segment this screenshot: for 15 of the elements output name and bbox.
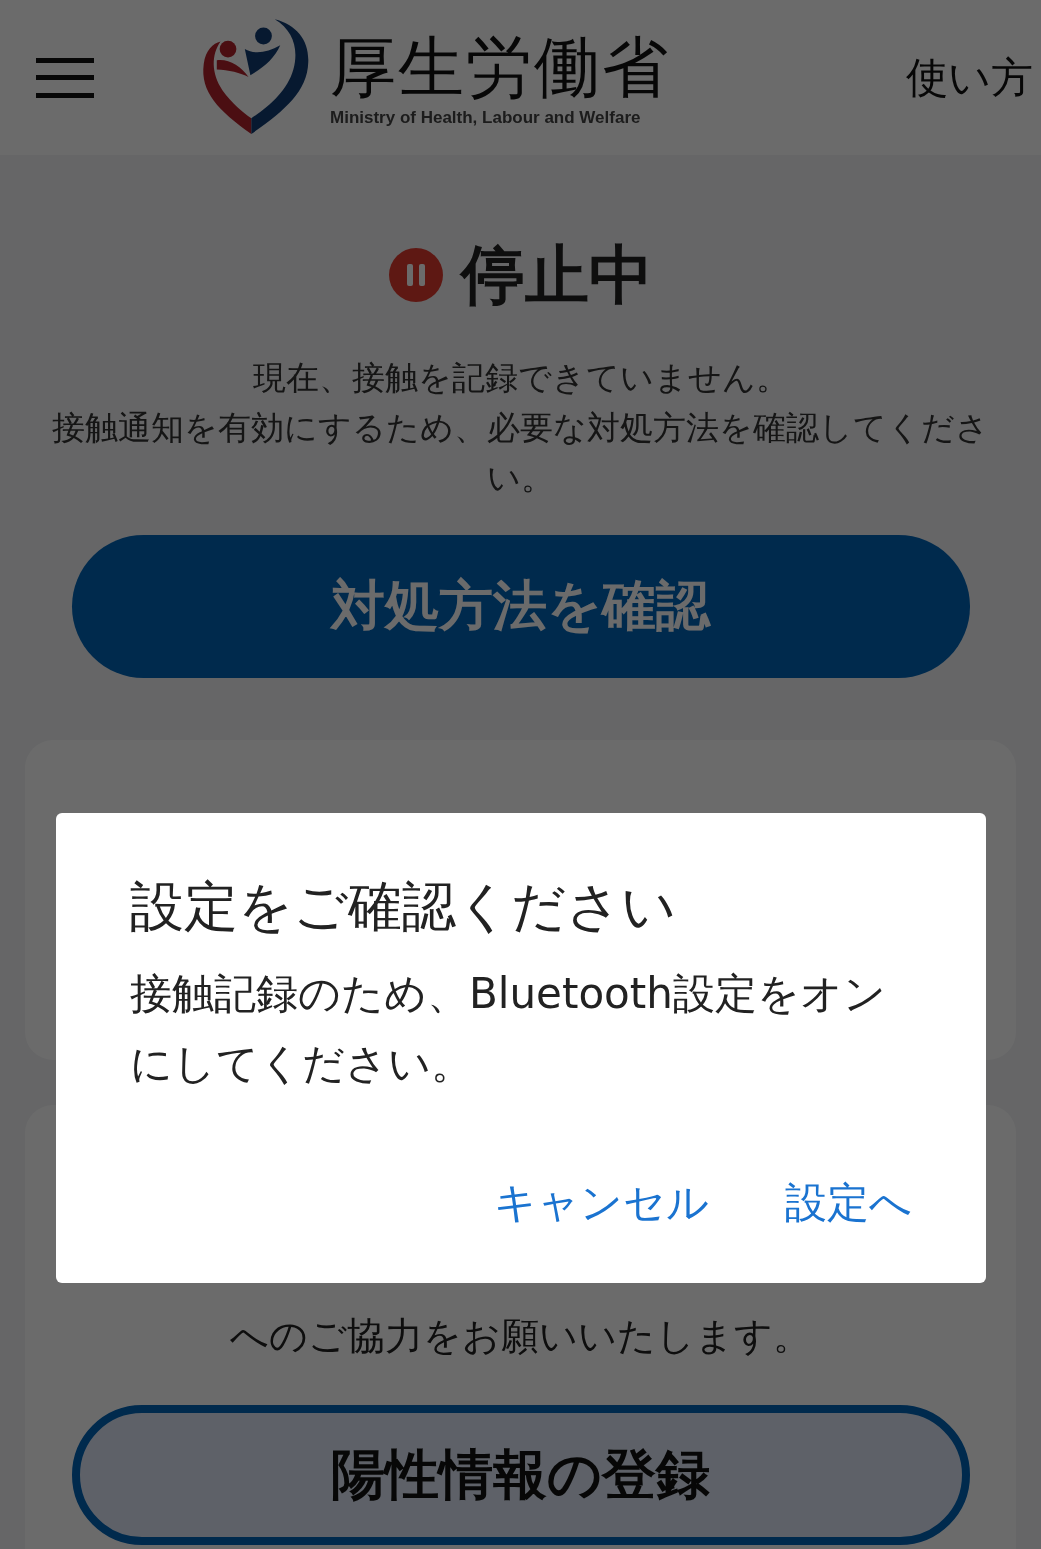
dialog-title: 設定をご確認ください	[130, 874, 677, 940]
menu-icon[interactable]	[36, 57, 94, 98]
status-message: 接触通知を有効にするため、必要な対処方法を確認してください。	[51, 407, 990, 499]
pause-icon	[388, 248, 443, 302]
dialog-button[interactable]: 設定へ	[785, 1175, 912, 1231]
ministry-subtitle: Ministry of Health, Labour and Welfare	[330, 107, 642, 128]
status-message: 現在、接触を記録できていません。	[251, 357, 790, 399]
how-to-use-link[interactable]: 使い方	[906, 49, 1033, 106]
check-solution-button[interactable]: 対処方法を確認	[71, 535, 970, 678]
register-request-text: へのご協力をお願いいたします。	[230, 1313, 811, 1360]
dialog-button[interactable]: キャンセル	[494, 1175, 709, 1231]
status-label: 停止中	[460, 237, 653, 313]
dialog-message: 接触記録のため、Bluetooth設定をオンにしてください。	[130, 968, 887, 1090]
ministry-title: 厚生労働省	[330, 27, 670, 108]
register-positive-button[interactable]: 陽性情報の登録	[71, 1405, 970, 1545]
